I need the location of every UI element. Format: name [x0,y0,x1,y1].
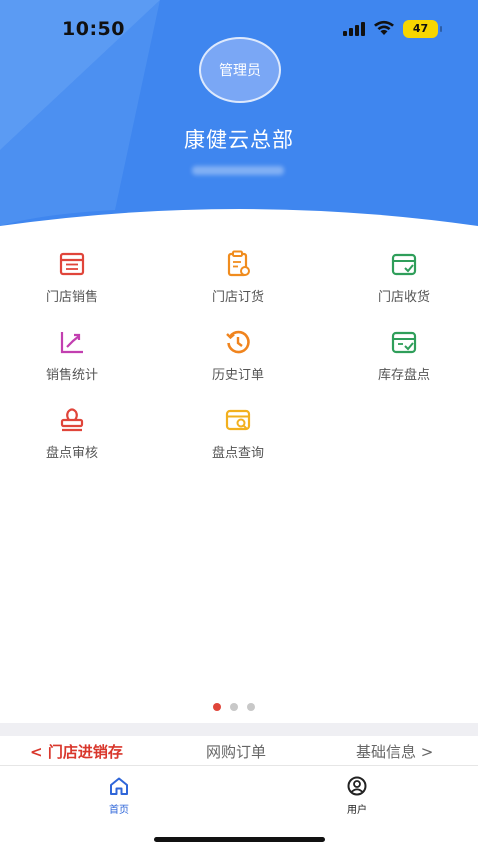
tabbar-user[interactable]: 用户 [327,776,387,816]
search-card-icon [225,409,251,431]
masked-phone [192,166,284,175]
tabbar-home-label: 首页 [109,805,129,816]
home-icon [110,777,128,795]
function-inventory-count[interactable]: 库存盘点 [334,328,474,383]
tab-store-inventory[interactable]: < 门店进销存 [30,741,123,762]
order-clipboard-icon [227,250,250,277]
chevron-left-icon: < [30,743,43,761]
tabbar-home[interactable]: 首页 [89,776,149,816]
function-label: 门店收货 [377,290,430,305]
user-icon [347,776,367,796]
wifi-icon [374,20,394,35]
function-label: 盘点查询 [211,446,264,461]
history-clock-icon [226,330,250,354]
profile-header: 10:50 47 管理员 康健云总部 [0,0,478,240]
receive-box-icon [391,253,417,276]
org-name: 康健云总部 [184,128,294,152]
page-dot-2[interactable] [230,703,238,711]
function-store-order[interactable]: 门店订货 [168,250,308,305]
page-indicator [213,703,255,711]
function-label: 历史订单 [211,368,264,383]
function-store-receive[interactable]: 门店收货 [334,250,474,305]
tabbar-user-label: 用户 [347,805,367,816]
function-label: 盘点审核 [45,446,98,461]
tab-label: 门店进销存 [47,743,123,761]
approval-stamp-icon [60,408,84,432]
battery-level: 47 [412,22,429,35]
home-indicator [154,837,325,842]
function-label: 销售统计 [45,368,98,383]
cellular-signal-icon [343,22,365,36]
page-dot-1[interactable] [213,703,221,711]
status-time: 10:50 [62,18,125,40]
function-count-approval[interactable]: 盘点审核 [2,406,142,461]
function-label: 门店订货 [211,290,264,305]
chart-trend-icon [60,332,83,354]
module-tabs: < 门店进销存 网购订单 基础信息 > [0,736,478,766]
sales-register-icon [59,252,85,276]
inventory-check-icon [391,331,417,354]
tab-online-orders[interactable]: 网购订单 [206,741,266,762]
function-label: 门店销售 [45,290,98,305]
avatar[interactable]: 管理员 [199,37,281,103]
function-label: 库存盘点 [377,368,430,383]
function-store-sales[interactable]: 门店销售 [2,250,142,305]
avatar-text: 管理员 [219,63,261,79]
battery-icon: 47 [403,20,442,38]
chevron-right-icon: > [420,743,434,761]
page-dot-3[interactable] [247,703,255,711]
tab-label: 网购订单 [206,743,267,761]
tab-basic-info[interactable]: 基础信息 > [356,741,433,762]
section-divider [0,723,478,736]
tab-label: 基础信息 [356,743,417,761]
function-order-history[interactable]: 历史订单 [168,328,308,383]
function-count-query[interactable]: 盘点查询 [168,406,308,461]
function-sales-stats[interactable]: 销售统计 [2,328,142,383]
